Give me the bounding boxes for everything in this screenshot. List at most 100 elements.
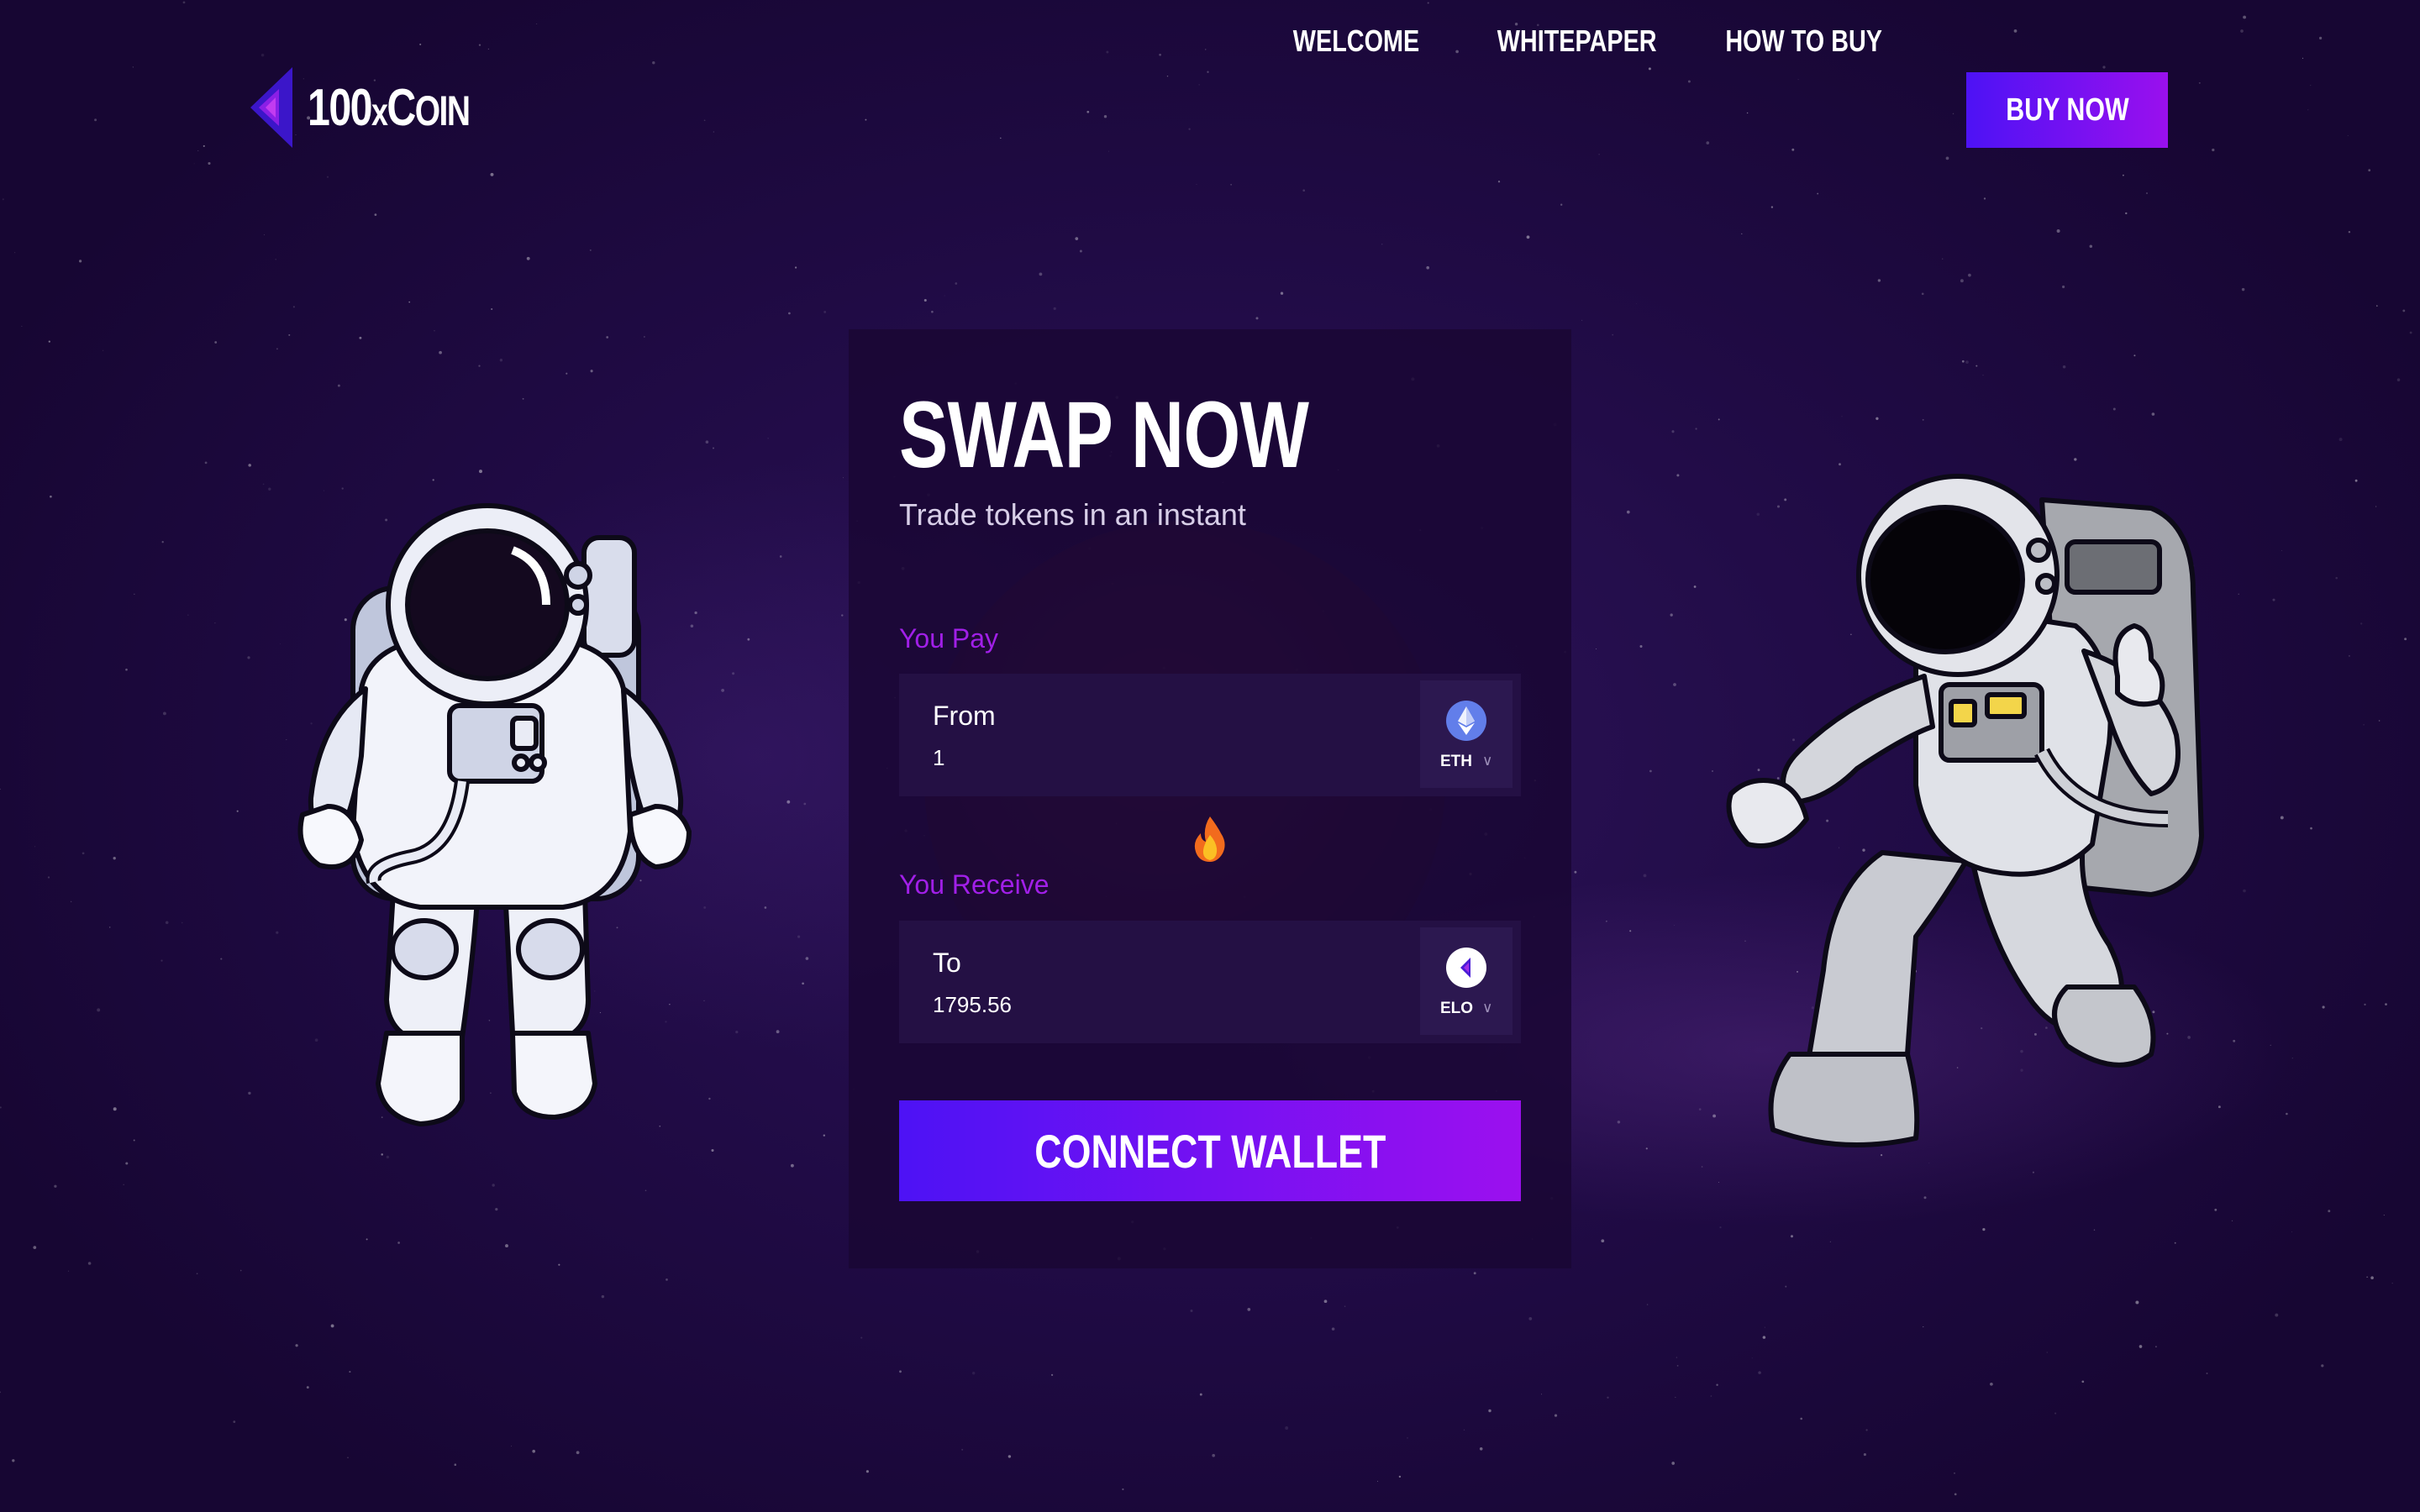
star <box>532 1449 536 1453</box>
star <box>713 447 714 449</box>
star <box>2310 85 2312 87</box>
astronaut-left-illustration <box>297 503 692 1126</box>
star <box>14 252 16 254</box>
fire-icon <box>1194 816 1225 862</box>
star <box>2286 1112 2288 1116</box>
star <box>203 144 205 147</box>
star <box>349 1371 351 1373</box>
star <box>1629 930 1632 932</box>
star <box>703 119 706 122</box>
star <box>972 1372 976 1375</box>
star <box>492 1184 495 1187</box>
star <box>1841 416 1843 417</box>
buy-now-button[interactable]: BUY NOW <box>1966 72 2168 148</box>
star <box>260 53 265 57</box>
star <box>1751 1357 1753 1359</box>
star <box>1398 1475 1402 1478</box>
brand-logo[interactable]: 100xCOIN <box>250 67 515 148</box>
star <box>2322 1005 2325 1009</box>
star <box>2270 1044 2271 1047</box>
star <box>1785 1285 1787 1288</box>
star <box>1617 1121 1621 1124</box>
star <box>160 959 163 962</box>
receive-amount-input[interactable] <box>933 988 1403 1021</box>
star <box>1975 365 1978 367</box>
star <box>2396 378 2401 381</box>
star <box>1922 418 1924 421</box>
star <box>2146 192 2148 194</box>
star <box>713 131 714 133</box>
star <box>1605 920 1607 922</box>
star <box>1671 430 1675 433</box>
you-pay-label: You Pay <box>899 623 999 654</box>
star <box>374 213 377 216</box>
star <box>1190 1310 1193 1312</box>
star <box>1942 258 1944 260</box>
star <box>590 370 593 373</box>
nav-link-how-to-buy[interactable]: HOW TO BUY <box>1725 24 1882 59</box>
star <box>944 295 945 297</box>
star <box>1199 1393 1202 1396</box>
star <box>50 495 52 498</box>
star <box>703 906 707 909</box>
star <box>1247 1308 1251 1311</box>
star <box>275 258 276 260</box>
star <box>247 656 250 659</box>
star <box>1649 769 1652 773</box>
star <box>1230 184 1232 186</box>
star <box>236 810 239 812</box>
star <box>1674 924 1676 926</box>
star <box>2240 29 2244 33</box>
star <box>2375 506 2377 507</box>
star <box>1706 141 1710 144</box>
star <box>133 1139 135 1142</box>
receive-token-box: To ELO ∨ <box>899 921 1521 1043</box>
star <box>735 1030 739 1034</box>
star <box>2233 1039 2236 1042</box>
star <box>2347 135 2349 136</box>
star <box>2348 654 2350 657</box>
star <box>268 487 271 491</box>
star <box>797 935 801 938</box>
receive-token-selector[interactable]: ELO ∨ <box>1420 927 1512 1035</box>
star <box>865 1470 869 1473</box>
star <box>1701 1166 1703 1168</box>
star <box>1676 1365 1679 1367</box>
star <box>182 1 186 4</box>
star <box>1693 585 1697 588</box>
star <box>248 1091 251 1095</box>
star <box>1675 1396 1676 1398</box>
star <box>711 1148 714 1152</box>
star <box>1407 1437 1408 1439</box>
star <box>1108 150 1110 152</box>
nav-link-welcome[interactable]: WELCOME <box>1293 24 1419 59</box>
star <box>1952 113 1954 115</box>
star <box>306 1386 309 1389</box>
star <box>1207 71 1209 73</box>
star <box>2151 412 2155 416</box>
star <box>2174 1242 2176 1244</box>
star <box>125 1162 129 1165</box>
star <box>165 921 169 925</box>
star <box>1601 1239 1605 1243</box>
star <box>2093 1229 2096 1231</box>
star <box>1990 1382 1993 1386</box>
brand-name: 100xCOIN <box>308 78 471 137</box>
star <box>2335 576 2338 580</box>
star <box>576 1451 580 1455</box>
star <box>94 118 97 122</box>
pay-amount-input[interactable] <box>933 741 1403 774</box>
star <box>2385 1003 2387 1005</box>
star <box>2198 81 2201 84</box>
star <box>2375 305 2378 307</box>
nav-link-whitepaper[interactable]: WHITEPAPER <box>1497 24 1657 59</box>
chevron-down-icon: ∨ <box>1482 753 1493 769</box>
star <box>2391 1283 2393 1284</box>
star <box>1196 183 1197 186</box>
star <box>1159 53 1161 56</box>
pay-token-selector[interactable]: ETH ∨ <box>1420 680 1512 788</box>
connect-wallet-button[interactable]: CONNECT WALLET <box>899 1100 1521 1201</box>
star <box>2125 212 2128 215</box>
star <box>526 256 530 260</box>
star <box>1639 644 1643 648</box>
